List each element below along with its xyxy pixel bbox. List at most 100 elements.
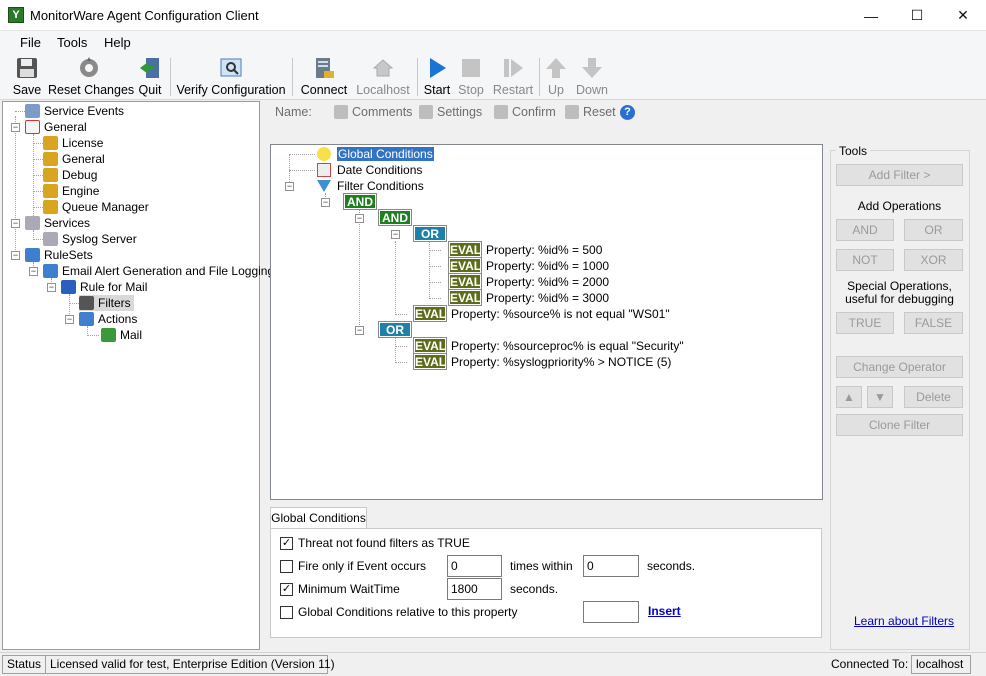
eval-condition[interactable]: Property: %id% = 500 — [486, 242, 602, 258]
tree-item-general-settings[interactable]: General — [43, 151, 105, 167]
add-operations-label: Add Operations — [857, 199, 942, 213]
min-wait-checkbox[interactable]: ✓ — [280, 583, 293, 596]
seconds-label: seconds. — [647, 559, 696, 573]
comments-button[interactable]: Comments — [334, 105, 412, 119]
tree-item-engine[interactable]: Engine — [43, 183, 99, 199]
eval-condition[interactable]: Property: %id% = 1000 — [486, 258, 609, 274]
eval-condition[interactable]: Property: %syslogpriority% > NOTICE (5) — [451, 354, 671, 370]
tree-item-syslog-server[interactable]: Syslog Server — [43, 231, 137, 247]
tree-item-service-events[interactable]: Service Events — [25, 103, 124, 119]
syslog-gear-icon — [43, 232, 58, 246]
threat-not-found-checkbox[interactable]: ✓ — [280, 537, 293, 550]
tree-item-rule-for-mail[interactable]: Rule for Mail — [61, 279, 147, 295]
eval-condition[interactable]: Property: %source% is not equal "WS01" — [451, 306, 670, 322]
tree-item-filters[interactable]: Filters — [79, 295, 134, 311]
menu-tools[interactable]: Tools — [57, 35, 87, 50]
tree-expander-ruleset[interactable]: − — [29, 267, 38, 276]
fire-only-checkbox[interactable] — [280, 560, 293, 573]
tree-item-debug[interactable]: Debug — [43, 167, 97, 183]
delete-button[interactable]: Delete — [904, 386, 963, 408]
expander-and-inner[interactable]: − — [355, 214, 364, 223]
help-icon[interactable]: ? — [620, 105, 635, 120]
clone-filter-button[interactable]: Clone Filter — [836, 414, 963, 436]
and-operator-root[interactable]: AND — [343, 193, 377, 210]
tree-item-mail[interactable]: Mail — [101, 327, 142, 343]
min-wait-input[interactable]: 1800 — [447, 578, 502, 600]
tree-expander-general[interactable]: − — [11, 123, 20, 132]
or-operator-second[interactable]: OR — [378, 321, 412, 338]
xor-button[interactable]: XOR — [904, 249, 963, 271]
tree-item-actions[interactable]: Actions — [79, 311, 137, 327]
tab-global-conditions[interactable]: Global Conditions — [270, 507, 367, 529]
maximize-button[interactable]: ☐ — [894, 0, 940, 31]
tree-expander-services[interactable]: − — [11, 219, 20, 228]
tree-item-ruleset-email[interactable]: Email Alert Generation and File Logging — [43, 263, 274, 279]
change-operator-button[interactable]: Change Operator — [836, 356, 963, 378]
filter-conditions-node[interactable]: Filter Conditions — [317, 178, 424, 194]
localhost-button[interactable]: Localhost — [354, 56, 412, 98]
eval-operator[interactable]: EVAL — [413, 305, 447, 322]
eval-condition[interactable]: Property: %id% = 3000 — [486, 290, 609, 306]
global-conditions-node[interactable]: Global Conditions — [317, 146, 434, 162]
tree-item-license[interactable]: License — [43, 135, 103, 151]
eval-operator[interactable]: EVAL — [448, 241, 482, 258]
down-button[interactable]: Down — [574, 56, 610, 98]
restart-button[interactable]: Restart — [492, 56, 534, 98]
fire-count-input[interactable]: 0 — [447, 555, 502, 577]
reset-button[interactable]: Reset — [565, 105, 616, 119]
minimize-button[interactable]: — — [848, 0, 894, 31]
true-button[interactable]: TRUE — [836, 312, 894, 334]
menu-file[interactable]: File — [20, 35, 41, 50]
and-button[interactable]: AND — [836, 219, 894, 241]
not-button[interactable]: NOT — [836, 249, 894, 271]
tree-item-general[interactable]: General — [25, 119, 87, 135]
tree-item-services[interactable]: Services — [25, 215, 90, 231]
confirm-button[interactable]: Confirm — [494, 105, 556, 119]
close-button[interactable]: ✕ — [940, 0, 986, 31]
insert-link[interactable]: Insert — [648, 604, 681, 618]
expander-or-inner[interactable]: − — [391, 230, 400, 239]
eval-operator[interactable]: EVAL — [448, 289, 482, 306]
menu-help[interactable]: Help — [104, 35, 131, 50]
tree-expander-rule[interactable]: − — [47, 283, 56, 292]
relative-property-input[interactable] — [583, 601, 639, 623]
expander-filter-conditions[interactable]: − — [285, 182, 294, 191]
eval-operator[interactable]: EVAL — [413, 353, 447, 370]
connect-button[interactable]: Connect — [299, 56, 349, 98]
tree-item-rulesets[interactable]: RuleSets — [25, 247, 93, 263]
eval-operator[interactable]: EVAL — [448, 273, 482, 290]
tree-expander-actions[interactable]: − — [65, 315, 74, 324]
tree-expander-rulesets[interactable]: − — [11, 251, 20, 260]
settings-button[interactable]: Settings — [419, 105, 482, 119]
start-button[interactable]: Start — [423, 56, 451, 98]
eval-operator[interactable]: EVAL — [448, 257, 482, 274]
expander-or-second[interactable]: − — [355, 326, 364, 335]
stop-button[interactable]: Stop — [457, 56, 485, 98]
relative-property-checkbox[interactable] — [280, 606, 293, 619]
and-operator-inner[interactable]: AND — [378, 209, 412, 226]
fire-seconds-input[interactable]: 0 — [583, 555, 639, 577]
eval-operator[interactable]: EVAL — [413, 337, 447, 354]
move-up-button[interactable]: ▲ — [836, 386, 862, 408]
date-conditions-node[interactable]: Date Conditions — [317, 162, 422, 178]
tree-item-queue-manager[interactable]: Queue Manager — [43, 199, 149, 215]
toolbar-separator — [170, 58, 171, 96]
add-filter-button[interactable]: Add Filter > — [836, 164, 963, 186]
up-button[interactable]: Up — [544, 56, 568, 98]
or-operator-inner[interactable]: OR — [413, 225, 447, 242]
license-gear-icon — [43, 136, 58, 150]
quit-button[interactable]: Quit — [134, 56, 166, 98]
verify-configuration-button[interactable]: Verify Configuration — [176, 56, 286, 98]
play-icon — [430, 58, 446, 78]
eval-condition[interactable]: Property: %id% = 2000 — [486, 274, 609, 290]
engine-gear-icon — [43, 184, 58, 198]
false-button[interactable]: FALSE — [904, 312, 963, 334]
min-wait-label: Minimum WaitTime — [298, 582, 400, 596]
move-down-button[interactable]: ▼ — [867, 386, 893, 408]
reset-changes-button[interactable]: Reset Changes — [48, 56, 134, 98]
or-button[interactable]: OR — [904, 219, 963, 241]
eval-condition[interactable]: Property: %sourceproc% is equal "Securit… — [451, 338, 684, 354]
save-button[interactable]: Save — [10, 56, 44, 98]
learn-about-filters-link[interactable]: Learn about Filters — [854, 614, 954, 628]
expander-and-root[interactable]: − — [321, 198, 330, 207]
